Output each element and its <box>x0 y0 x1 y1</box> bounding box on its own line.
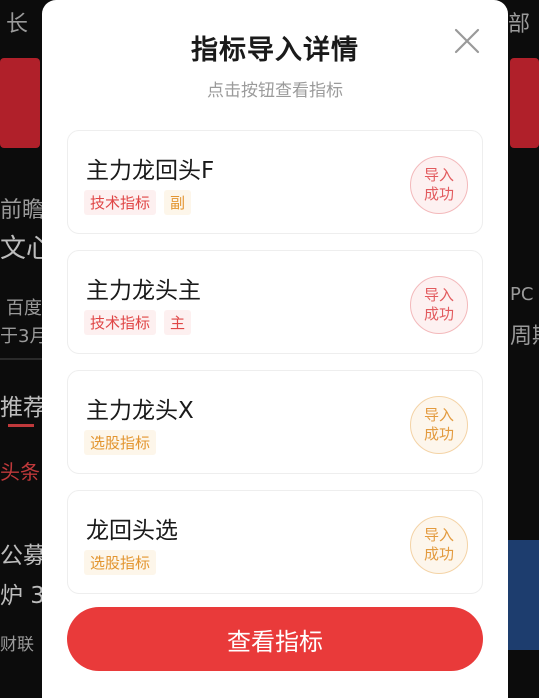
bg-banner <box>0 58 40 148</box>
indicator-name: 主力龙回头F <box>86 158 215 184</box>
tag-group: 技术指标 主 <box>84 310 192 335</box>
indicator-card: 龙回头选 选股指标 导入 成功 <box>67 490 483 594</box>
bg-text: 百度 <box>6 298 42 319</box>
modal-subtitle: 点击按钮查看指标 <box>207 81 343 101</box>
indicator-name: 龙回头选 <box>86 518 178 544</box>
bg-text: 部 <box>508 12 531 37</box>
bg-text: 公募 <box>0 543 46 569</box>
bg-banner <box>510 58 539 148</box>
stamp-text: 导入 <box>423 166 454 184</box>
bg-text: 长 <box>6 12 29 37</box>
indicator-position-tag: 副 <box>164 190 192 215</box>
import-details-modal: 指标导入详情 点击按钮查看指标 主力龙回头F 技术指标 副 导入 成功 主力龙头… <box>42 0 508 698</box>
stamp-text: 成功 <box>423 185 454 203</box>
bg-text: 头条 <box>0 460 40 484</box>
stamp-text: 成功 <box>423 545 454 563</box>
import-success-stamp: 导入 成功 <box>410 156 468 214</box>
import-success-stamp: 导入 成功 <box>410 396 468 454</box>
close-icon[interactable] <box>452 26 482 56</box>
modal-title: 指标导入详情 <box>191 35 359 66</box>
indicator-list: 主力龙回头F 技术指标 副 导入 成功 主力龙头主 技术指标 主 导入 成功 主… <box>67 130 483 610</box>
bg-text: 财联 <box>0 635 34 655</box>
stamp-text: 导入 <box>423 526 454 544</box>
indicator-type-tag: 选股指标 <box>84 550 157 575</box>
tab-indicator <box>8 424 34 427</box>
import-success-stamp: 导入 成功 <box>410 516 468 574</box>
bg-thumbnail <box>508 540 539 650</box>
indicator-type-tag: 技术指标 <box>84 310 157 335</box>
stamp-text: 成功 <box>423 425 454 443</box>
indicator-name: 主力龙头主 <box>86 278 201 304</box>
indicator-type-tag: 技术指标 <box>84 190 157 215</box>
bg-text: 推荐 <box>0 395 46 421</box>
indicator-type-tag: 选股指标 <box>84 430 157 455</box>
view-indicators-button[interactable]: 查看指标 <box>67 607 483 671</box>
tag-group: 选股指标 <box>84 430 157 455</box>
bg-text: 前瞻 <box>0 198 45 223</box>
indicator-name: 主力龙头X <box>86 398 194 424</box>
tag-group: 技术指标 副 <box>84 190 192 215</box>
indicator-card: 主力龙头主 技术指标 主 导入 成功 <box>67 250 483 354</box>
bg-text: 周期 <box>510 324 539 349</box>
divider <box>0 358 42 360</box>
bg-text: PC <box>510 284 534 305</box>
bg-text: 于3月 <box>0 326 48 347</box>
tag-group: 选股指标 <box>84 550 157 575</box>
indicator-card: 主力龙头X 选股指标 导入 成功 <box>67 370 483 474</box>
bg-text: 炉 3 <box>0 583 45 609</box>
stamp-text: 导入 <box>423 286 454 304</box>
indicator-card: 主力龙回头F 技术指标 副 导入 成功 <box>67 130 483 234</box>
import-success-stamp: 导入 成功 <box>410 276 468 334</box>
indicator-position-tag: 主 <box>164 310 192 335</box>
stamp-text: 成功 <box>423 305 454 323</box>
stamp-text: 导入 <box>423 406 454 424</box>
